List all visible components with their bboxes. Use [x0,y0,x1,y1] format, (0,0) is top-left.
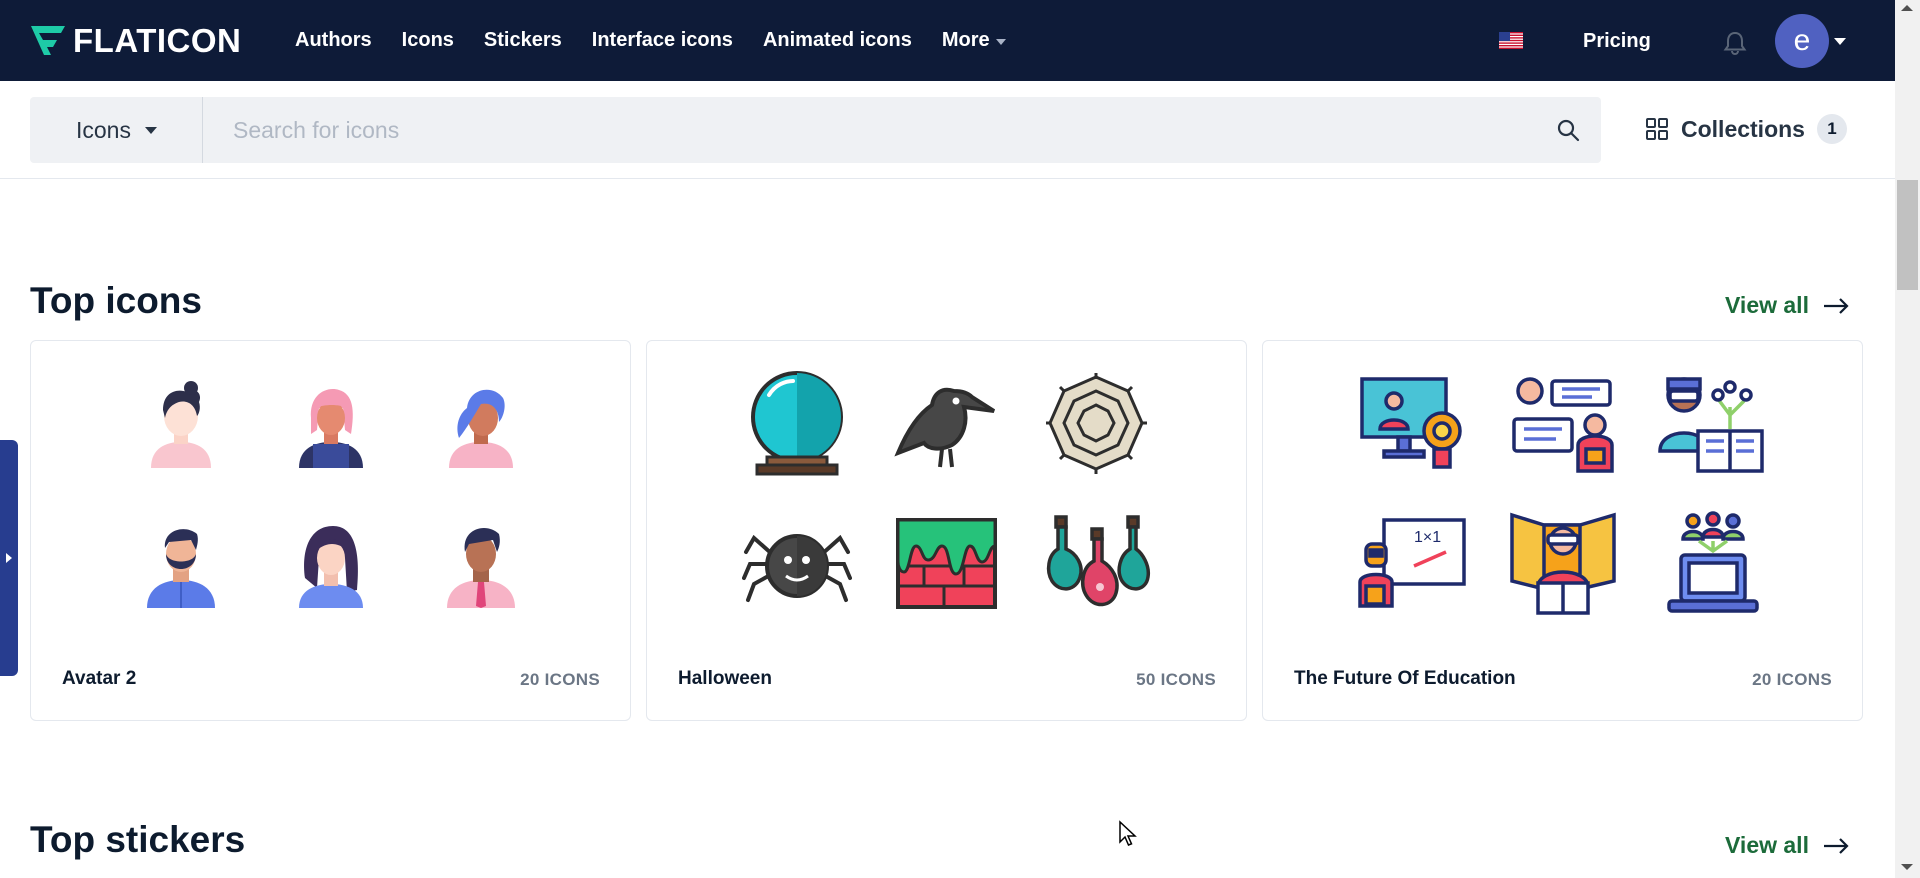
woman-blue-hair-icon [426,368,536,478]
arrow-right-icon [1823,837,1849,854]
main-nav: Authors Icons Stickers Interface icons A… [295,0,1036,81]
nav-more-label: More [941,29,990,51]
crystal-ball-icon [742,368,852,478]
nav-stickers[interactable]: Stickers [484,29,562,52]
vr-reading-icon [1508,508,1618,618]
vr-learning-icon [1657,368,1768,478]
grid-icon [1646,118,1668,140]
icon-pack-card-halloween[interactable]: Halloween 50 ICONS [646,340,1247,721]
section-title-top-icons: Top icons [30,280,202,321]
pricing-link[interactable]: Pricing [1583,30,1651,53]
robot-teacher-icon: 1×1 [1357,508,1468,618]
scrollbar-thumb[interactable] [1897,180,1918,290]
pack-icon-count: 20 ICONS [520,670,600,689]
us-flag-icon[interactable] [1499,32,1523,49]
collections-label: Collections [1681,115,1805,142]
potion-bottles-icon [1042,508,1152,618]
icon-preview-grid [31,363,630,643]
icon-preview-grid: 1×1 [1263,363,1862,643]
flaticon-logo-icon [31,26,65,55]
section-title-top-stickers: Top stickers [30,819,246,860]
nav-icons[interactable]: Icons [402,29,454,52]
search-input[interactable] [203,97,1535,163]
scroll-up-arrow-icon[interactable] [1901,5,1913,11]
nav-more[interactable]: More [942,29,1006,52]
top-icons-view-all-link[interactable]: View all [1725,292,1849,319]
search-row: Icons Collections 1 [0,81,1895,179]
chevron-down-icon[interactable] [1834,38,1846,45]
online-class-icon [1358,368,1468,478]
top-navigation-bar: FLATICON Authors Icons Stickers Interfac… [0,0,1895,81]
view-all-label: View all [1725,832,1809,858]
pack-name: The Future Of Education [1294,668,1516,689]
woman-long-hair-icon [276,508,386,618]
arrow-right-icon [1823,297,1849,314]
scroll-down-arrow-icon[interactable] [1901,864,1913,870]
page-scrollbar[interactable] [1895,0,1920,878]
pack-icon-count: 50 ICONS [1136,670,1216,689]
nav-interface-icons[interactable]: Interface icons [592,29,733,52]
logo-text: FLATICON [73,22,242,59]
search-type-label: Icons [76,116,131,143]
icon-pack-card-avatar-2[interactable]: Avatar 2 20 ICONS [30,340,631,721]
spider-icon [741,508,852,618]
crow-icon [892,368,1002,478]
search-type-select[interactable]: Icons [30,97,203,163]
view-all-label: View all [1725,292,1809,318]
search-bar: Icons [30,97,1601,163]
chat-students-icon [1508,368,1618,478]
top-stickers-view-all-link[interactable]: View all [1725,832,1849,859]
icon-pack-card-future-of-education[interactable]: 1×1 The Future Of Education 20 ICONS [1262,340,1863,721]
spider-web-icon [1042,368,1152,478]
collections-button[interactable]: Collections 1 [1645,114,1847,144]
collections-count-badge: 1 [1816,114,1847,144]
nav-authors[interactable]: Authors [295,29,372,52]
pack-icon-count: 20 ICONS [1752,670,1832,689]
man-tie-icon [426,508,536,618]
icon-pack-cards: Avatar 2 20 ICONS Halloween 50 ICONS 1×1… [30,340,1863,721]
avatar[interactable]: e [1775,14,1829,68]
flaticon-logo[interactable]: FLATICON [29,22,241,60]
search-button[interactable] [1535,97,1601,163]
pack-name: Avatar 2 [62,668,137,689]
woman-pink-hair-icon [276,368,386,478]
svg-text:1×1: 1×1 [1414,529,1441,546]
woman-bun-icon [126,368,236,478]
chevron-down-icon [144,126,157,134]
mouse-cursor-icon [1119,820,1137,846]
slime-wall-icon [892,508,1002,618]
man-beard-icon [126,508,236,618]
chevron-down-icon [995,38,1006,45]
bell-icon[interactable] [1722,30,1748,56]
nav-animated-icons[interactable]: Animated icons [763,29,912,52]
chevron-right-icon [6,553,12,563]
pack-name: Halloween [678,668,772,689]
icon-preview-grid [647,363,1246,643]
laptop-group-icon [1658,508,1768,618]
search-icon [1557,119,1580,142]
side-panel-toggle[interactable] [0,440,18,676]
